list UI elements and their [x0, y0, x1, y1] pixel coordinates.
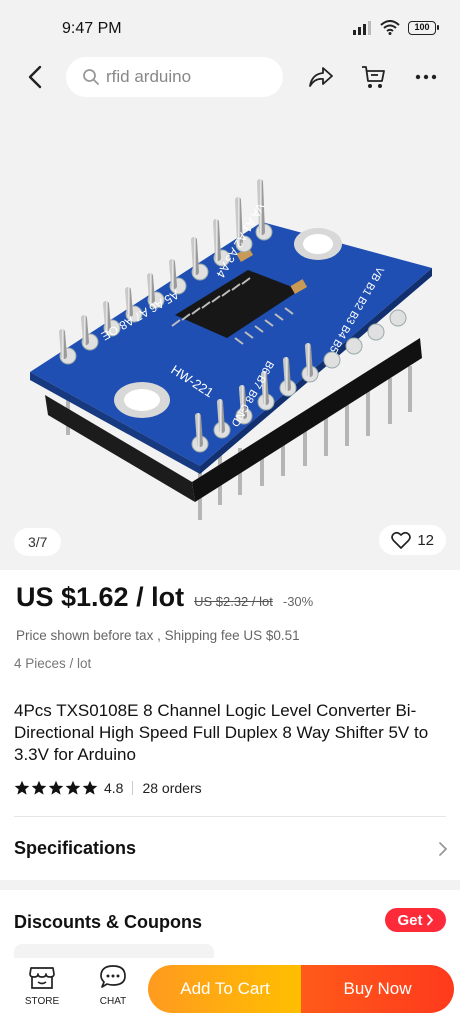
discount-badge: -30%: [282, 594, 314, 609]
wishlist-button[interactable]: 12: [379, 525, 446, 555]
more-icon: [415, 74, 437, 80]
share-button[interactable]: [306, 62, 336, 92]
battery-icon: 100: [408, 20, 439, 35]
divider: [14, 816, 446, 817]
section-separator: [0, 880, 460, 890]
chat-label: CHAT: [99, 996, 127, 1007]
buy-now-button[interactable]: Buy Now: [301, 965, 454, 1013]
heart-icon: [391, 531, 412, 549]
order-count: 28 orders: [142, 780, 202, 796]
status-icons: 100: [352, 20, 439, 35]
pieces-per-lot: 4 Pieces / lot: [14, 656, 92, 671]
chat-icon: [100, 965, 126, 988]
chevron-right-icon: [439, 841, 448, 856]
product-title: 4Pcs TXS0108E 8 Channel Logic Level Conv…: [14, 701, 429, 764]
star-icon: [82, 780, 98, 795]
price-row: US $1.62 / lot US $2.32 / lot -30%: [16, 582, 313, 613]
back-button[interactable]: [20, 62, 50, 92]
rating-stars: [14, 780, 98, 796]
add-to-cart-button[interactable]: Add To Cart: [148, 965, 302, 1013]
cart-icon: [362, 66, 385, 88]
like-count: 12: [417, 531, 434, 549]
chevron-right-icon: [426, 914, 433, 926]
product-image-gallery[interactable]: HW-221 VA A1 A2 A3 A4 A5 A6 A7 A8 OE VB …: [0, 110, 460, 570]
search-icon: [83, 69, 99, 85]
get-coupon-button[interactable]: Get: [385, 908, 446, 932]
rating-divider: [132, 781, 134, 795]
share-icon: [309, 67, 333, 87]
search-query: rfid arduino: [106, 67, 192, 86]
wifi-icon: [380, 20, 400, 35]
star-icon: [65, 780, 81, 795]
tax-shipping-note: Price shown before tax , Shipping fee US…: [16, 628, 300, 643]
chat-button[interactable]: CHAT: [88, 964, 138, 1007]
cart-button[interactable]: [358, 62, 388, 92]
discounts-label: Discounts & Coupons: [14, 912, 202, 932]
more-button[interactable]: [411, 62, 441, 92]
rating-row[interactable]: 4.8 28 orders: [14, 780, 202, 796]
get-label: Get: [397, 911, 423, 929]
specifications-row[interactable]: Specifications: [14, 838, 448, 859]
original-price: US $2.32 / lot: [194, 594, 273, 609]
rating-value: 4.8: [104, 780, 124, 796]
store-label: STORE: [24, 996, 60, 1007]
store-icon: [29, 967, 55, 989]
star-icon: [48, 780, 64, 795]
bottom-action-bar: STORE CHAT Add To Cart Buy Now: [0, 958, 460, 1024]
specifications-label: Specifications: [14, 838, 137, 858]
star-icon: [31, 780, 47, 795]
signal-icon: [353, 20, 371, 35]
image-counter: 3/7: [14, 528, 62, 556]
product-image: HW-221 VA A1 A2 A3 A4 A5 A6 A7 A8 OE VB …: [30, 179, 432, 520]
status-time: 9:47 PM: [62, 20, 122, 37]
top-bar: rfid arduino: [0, 48, 460, 110]
current-price: US $1.62 / lot: [16, 582, 185, 612]
search-input[interactable]: rfid arduino: [66, 57, 283, 97]
store-button[interactable]: STORE: [17, 964, 67, 1007]
star-icon: [14, 780, 30, 795]
chevron-left-icon: [28, 65, 42, 89]
